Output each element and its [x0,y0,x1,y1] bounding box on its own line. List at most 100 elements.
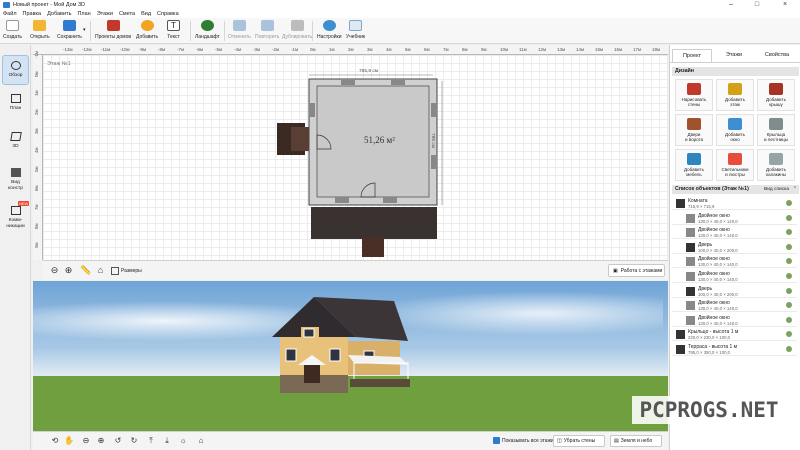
menu-floors[interactable]: Этажи [97,11,113,17]
rotate-icon[interactable]: ⟲ [50,436,60,446]
sidebar-item-construction-view[interactable]: Вид констр [2,163,29,197]
design-button[interactable]: Добавить окно [716,114,754,146]
sidebar-item-3d[interactable]: 3D [2,127,29,157]
tab-floors[interactable]: Этажи [714,49,754,62]
visibility-icon[interactable] [786,200,792,206]
ruler-tick-label: -5м [215,47,223,52]
orbit-left-icon[interactable]: ↺ [113,436,123,446]
design-button[interactable]: Двери и ворота [675,114,713,146]
ruler-tick-label: 9м [34,242,39,248]
floor-plan-canvas[interactable]: Этаж №1 51,26 м² 795,9 см 795 см [43,55,668,260]
object-dimensions: 130,0 × 40,0 × 140,0 [698,218,738,224]
home-icon[interactable]: ⌂ [95,265,106,276]
list-item[interactable]: Двойное окно 130,0 × 40,0 × 140,0 [672,314,797,327]
design-button[interactable]: Крыльца и лестницы [757,114,795,146]
list-item[interactable]: Двойное окно 130,0 × 40,0 × 140,0 [672,226,797,240]
menu-view[interactable]: Вид [141,11,151,17]
design-button[interactable]: Добавить мебель [675,149,713,181]
home-projects-button[interactable]: Проекты домов [95,19,131,43]
duplicate-button[interactable]: Дублировать [282,19,312,43]
ruler-tick-label: 5м [405,47,411,52]
visibility-icon[interactable] [786,258,792,265]
ground-sky-button[interactable]: ▤ Земля и небо [610,435,662,447]
menu-edit[interactable]: Правка [23,11,42,17]
ruler-tick-label: 3м [34,128,39,134]
redo-button[interactable]: Повторить [255,19,279,43]
minimize-icon[interactable]: – [720,0,742,9]
menu-estimate[interactable]: Смета [119,11,135,17]
visibility-icon[interactable] [786,273,792,279]
menu-help[interactable]: Справка [157,11,179,17]
visibility-icon[interactable] [786,214,792,221]
sidebar-item-overview[interactable]: Обзор [2,55,29,85]
undo-button[interactable]: Отменить [228,19,251,43]
design-button[interactable]: Добавить калакины [757,149,795,181]
work-with-floors-button[interactable]: ▣ Работа с этажами [608,264,665,277]
design-button[interactable]: Добавить крышу [757,79,795,111]
list-item[interactable]: Двойное окно 130,0 × 40,0 × 140,0 [672,299,797,313]
add-button[interactable]: Добавить [136,19,158,43]
menu-file[interactable]: Файл [3,11,17,17]
pipes-icon [10,206,21,215]
tab-project[interactable]: Проект [672,49,712,62]
visibility-icon[interactable] [786,316,792,323]
zoom-in-icon[interactable]: ⊕ [63,265,74,276]
landscape-button[interactable]: Ландшафт [195,19,220,43]
list-item[interactable]: Двойное окно 130,0 × 40,0 × 140,0 [672,255,797,269]
tilt-down-icon[interactable]: ⤓ [162,436,172,446]
zoom-out-icon[interactable]: ⊖ [49,265,60,276]
text-button[interactable]: T Текст [167,19,180,43]
tilt-up-icon[interactable]: ⤒ [146,436,156,446]
show-all-floors-checkbox[interactable]: Показывать все этажи [493,437,554,444]
save-dropdown-icon[interactable]: ▾ [83,27,86,33]
tutorial-button[interactable]: Учебник [346,19,365,43]
visibility-icon[interactable] [786,346,792,352]
home-icon[interactable]: ⌂ [196,436,206,446]
sizes-button[interactable]: Размеры [111,265,142,277]
hand-icon[interactable]: ✋ [64,436,74,446]
plan-toolbar: ⊖ ⊕ 📏 ⌂ Размеры ▣ Работа с этажами [43,260,668,280]
visibility-icon[interactable] [786,243,792,250]
create-button[interactable]: Создать [3,19,22,43]
list-item[interactable]: Комната 715,9 × 715,9 [672,197,797,210]
menu-plan[interactable]: План [77,11,90,17]
open-button[interactable]: Открыть [30,19,50,43]
design-button[interactable]: Светильники и люстры [716,149,754,181]
zoom-out-icon[interactable]: ⊖ [81,436,91,446]
list-item[interactable]: Дверь 100,0 × 40,0 × 200,0 [672,241,797,254]
chevron-up-icon[interactable]: ⌃ [793,185,797,194]
visibility-icon[interactable] [786,331,792,338]
list-item[interactable]: Двойное окно 130,0 × 40,0 × 140,0 [672,270,797,283]
save-button[interactable]: Сохранить [57,19,82,43]
visibility-icon[interactable] [786,229,792,236]
list-item[interactable]: Крыльцо - высота 1 м 220,0 × 230,0 × 100,… [672,328,797,342]
maximize-icon[interactable]: □ [746,0,768,9]
view-list-link[interactable]: Вид списка [764,185,789,194]
redo-icon [260,20,274,31]
ruler-top: -13м -12м -11м -10м -9м -8м -7м -6м -5м -4м -3м -2м… [33,45,679,55]
visibility-icon[interactable] [786,302,792,309]
3d-view[interactable] [33,281,668,431]
zoom-in-icon[interactable]: ⊕ [96,436,106,446]
design-button[interactable]: Нарисовать стены [675,79,713,111]
tab-properties[interactable]: Свойства [756,49,798,62]
visibility-icon[interactable] [786,287,792,294]
ruler-icon[interactable]: 📏 [80,265,91,276]
settings-button[interactable]: Настройки [317,19,342,43]
list-item[interactable]: Дверь 100,0 × 40,0 × 200,0 [672,285,797,298]
list-item[interactable]: Терраса - высота 1 м 795,0 × 350,0 × 100,… [672,343,797,356]
close-icon[interactable]: × [774,0,796,9]
list-item[interactable]: Двойное окно 130,0 × 40,0 × 140,0 [672,212,797,225]
ruler-tick-label: 9м [481,47,487,52]
sidebar-item-plan[interactable]: План [2,89,29,119]
window-mark [383,197,397,203]
menu-add[interactable]: Добавить [47,11,71,17]
terrace [311,207,437,239]
ruler-tick-label: -9м [139,47,147,52]
ruler-tick-label: -11м [101,47,111,52]
remove-walls-button[interactable]: ◫ Убрать стены [553,435,605,447]
orbit-right-icon[interactable]: ↻ [129,436,139,446]
sidebar-item-communications[interactable]: Комм- никации NEW [2,201,30,235]
light-icon[interactable]: ☼ [178,436,188,446]
design-button[interactable]: Добавить этаж [716,79,754,111]
